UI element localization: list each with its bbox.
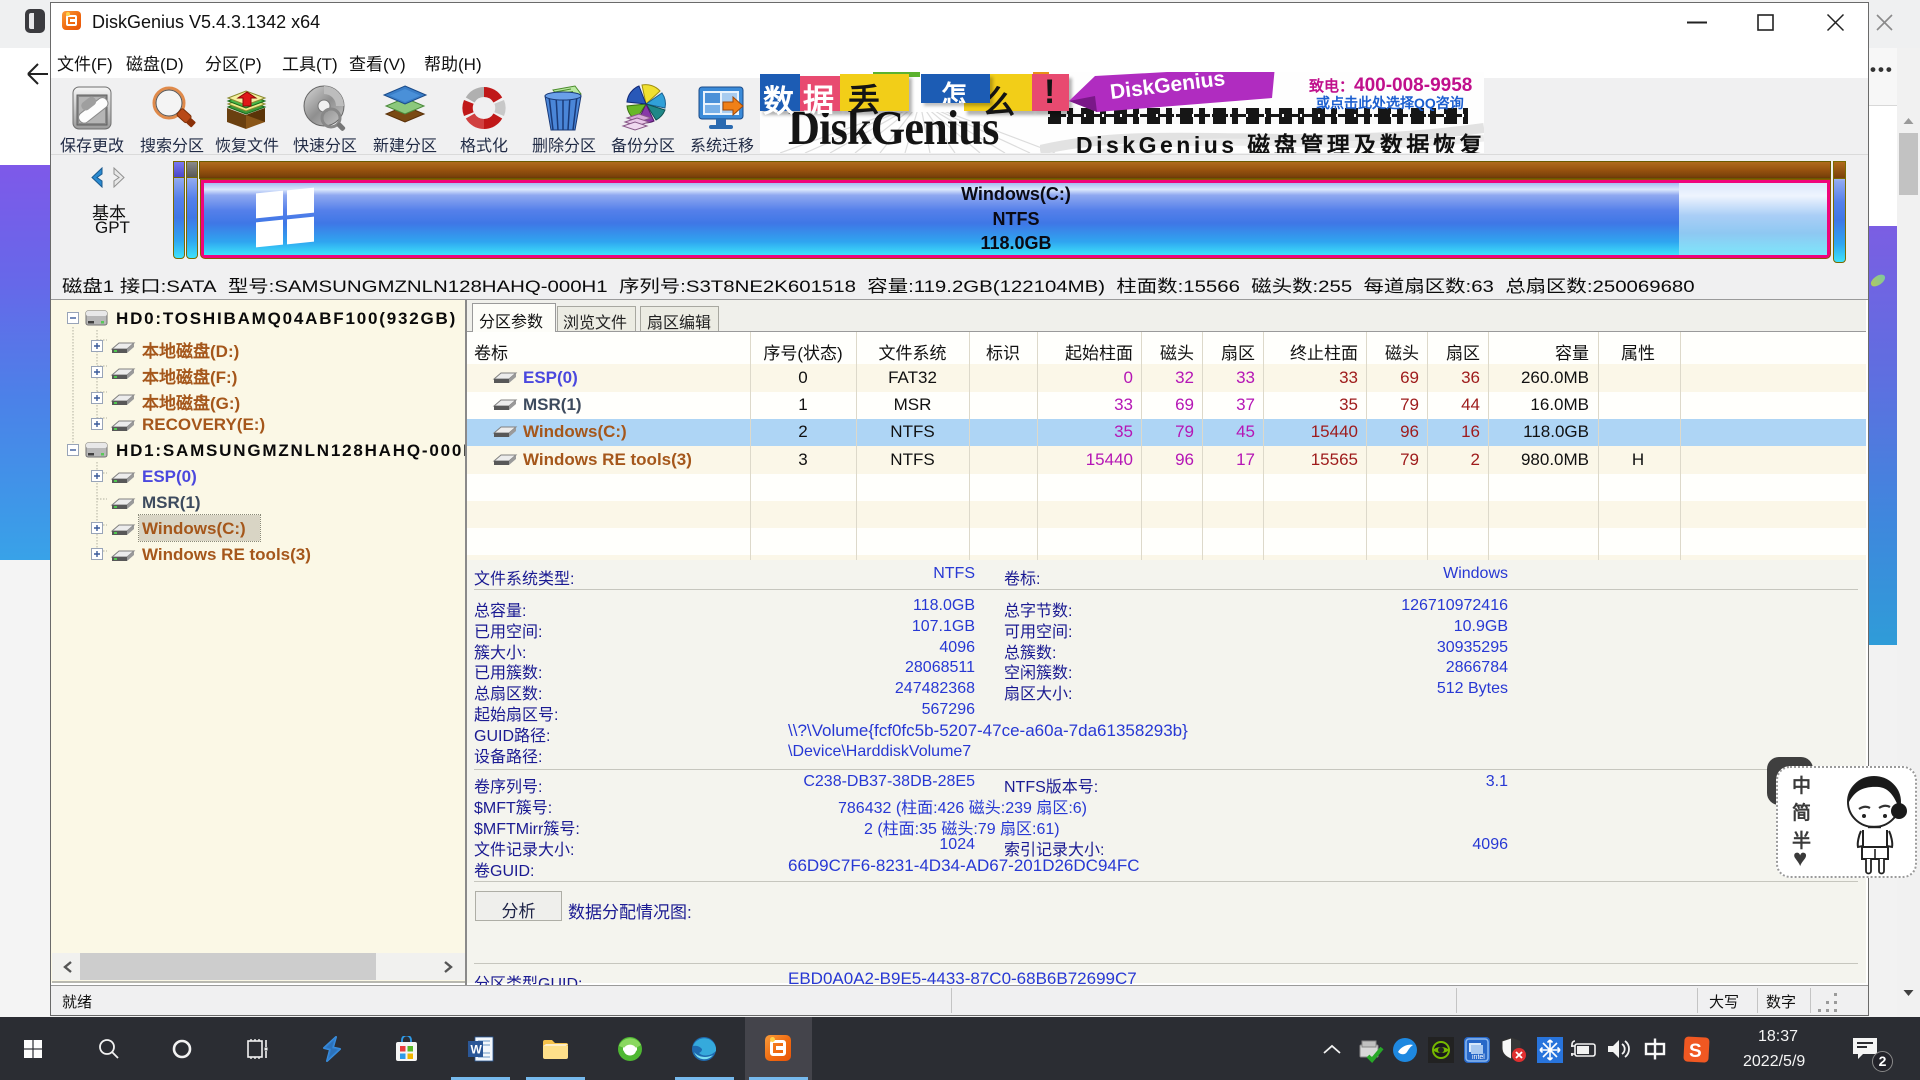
svg-text:S: S	[1689, 1041, 1702, 1062]
svg-text:intel: intel	[1472, 1054, 1485, 1061]
svg-text:W: W	[471, 1043, 483, 1057]
